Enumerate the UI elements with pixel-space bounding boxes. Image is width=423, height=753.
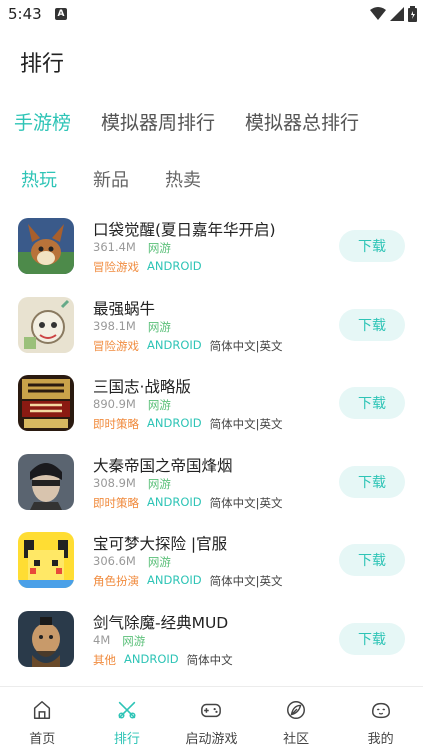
ranking-tabs: 手游榜 模拟器周排行 模拟器总排行 — [14, 108, 359, 135]
game-platform: ANDROID — [147, 573, 202, 588]
game-category: 即时策略 — [93, 495, 139, 510]
game-platform: ANDROID — [147, 259, 202, 273]
list-item[interactable]: 大秦帝国之帝国烽烟 308.9M 网游 即时策略 ANDROID 简体中文|英文… — [0, 444, 423, 523]
game-platform: ANDROID — [124, 651, 179, 666]
tab-new[interactable]: 新品 — [93, 166, 129, 192]
tab-bestselling[interactable]: 热卖 — [165, 166, 201, 192]
tab-mobile-games[interactable]: 手游榜 — [14, 108, 71, 135]
game-category: 冒险游戏 — [93, 260, 139, 274]
ranking-icon — [118, 701, 136, 719]
game-icon-three-kingdoms[interactable] — [18, 375, 74, 432]
nav-launch-game[interactable]: 启动游戏 — [169, 687, 254, 753]
nav-profile[interactable]: 我的 — [338, 687, 423, 753]
game-icon-sword-demon-mud[interactable] — [18, 610, 74, 667]
signal-icon — [390, 7, 404, 21]
status-bar: 5:43 A — [0, 0, 423, 28]
game-category: 即时策略 — [93, 417, 139, 432]
download-button[interactable]: 下载 — [339, 622, 405, 655]
game-size: 308.9M — [93, 475, 136, 490]
gamepad-icon — [201, 703, 222, 718]
game-name: 口袋觉醒(夏日嘉年华开启) — [93, 221, 276, 239]
wifi-icon — [370, 7, 386, 20]
download-button[interactable]: 下载 — [339, 387, 405, 420]
game-icon-pokemon-quest[interactable] — [18, 532, 74, 589]
nav-label: 排行 — [113, 732, 140, 747]
game-network-type: 网游 — [147, 319, 171, 334]
list-item[interactable]: 最强蜗牛 398.1M 网游 冒险游戏 ANDROID 简体中文|英文 下载 — [0, 287, 423, 366]
game-name: 大秦帝国之帝国烽烟 — [93, 456, 233, 475]
status-time: 5:43 — [8, 5, 42, 23]
notification-icon: A — [55, 8, 67, 20]
game-icon-daqin-empire[interactable] — [18, 453, 74, 510]
nav-community[interactable]: 社区 — [254, 687, 339, 753]
tab-emulator-total[interactable]: 模拟器总排行 — [245, 108, 359, 135]
nav-label: 首页 — [29, 732, 56, 747]
game-size: 361.4M — [93, 240, 136, 254]
list-item[interactable]: 剑气除魔-经典MUD 4M 网游 其他 ANDROID 简体中文 下载 — [0, 601, 423, 680]
game-network-type: 网游 — [122, 633, 146, 648]
game-platform: ANDROID — [147, 337, 202, 352]
tab-emulator-weekly[interactable]: 模拟器周排行 — [101, 108, 215, 135]
game-name: 三国志·战略版 — [93, 378, 191, 397]
nav-label: 我的 — [367, 732, 394, 747]
game-icon-strongest-snail[interactable] — [18, 296, 74, 353]
game-language: 简体中文|英文 — [209, 338, 283, 353]
game-language: 简体中文|英文 — [209, 495, 283, 510]
download-button[interactable]: 下载 — [339, 544, 405, 577]
game-language: 简体中文|英文 — [209, 574, 283, 589]
game-icon-pokemon-awakening[interactable] — [18, 218, 74, 274]
game-list: 口袋觉醒(夏日嘉年华开启) 361.4M 网游 冒险游戏 ANDROID 下载 … — [0, 208, 423, 680]
game-language: 简体中文|英文 — [209, 417, 283, 432]
game-size: 890.9M — [93, 397, 136, 412]
download-button[interactable]: 下载 — [339, 230, 405, 262]
download-button[interactable]: 下载 — [339, 308, 405, 341]
tab-hot[interactable]: 热玩 — [21, 166, 57, 192]
nav-label: 社区 — [283, 732, 310, 747]
game-name: 宝可梦大探险 |官服 — [93, 535, 228, 554]
profile-icon — [371, 702, 390, 719]
game-size: 398.1M — [93, 318, 136, 333]
game-name: 剑气除魔-经典MUD — [93, 613, 229, 632]
nav-label: 启动游戏 — [185, 732, 238, 747]
nav-home[interactable]: 首页 — [0, 687, 85, 753]
game-category: 角色扮演 — [93, 574, 139, 589]
game-size: 306.6M — [93, 554, 136, 569]
community-icon — [287, 701, 306, 719]
sub-tabs: 热玩 新品 热卖 — [21, 166, 201, 192]
game-network-type: 网游 — [147, 241, 171, 255]
list-item[interactable]: 口袋觉醒(夏日嘉年华开启) 361.4M 网游 冒险游戏 ANDROID 下载 — [0, 208, 423, 287]
download-button[interactable]: 下载 — [339, 465, 405, 498]
game-name: 最强蜗牛 — [93, 299, 156, 318]
game-network-type: 网游 — [147, 555, 171, 570]
game-category: 其他 — [93, 652, 116, 667]
game-network-type: 网游 — [147, 398, 171, 413]
status-icons — [370, 6, 417, 22]
list-item[interactable]: 三国志·战略版 890.9M 网游 即时策略 ANDROID 简体中文|英文 下… — [0, 365, 423, 444]
game-size: 4M — [93, 632, 111, 647]
battery-icon — [408, 6, 417, 22]
list-item[interactable]: 宝可梦大探险 |官服 306.6M 网游 角色扮演 ANDROID 简体中文|英… — [0, 522, 423, 601]
game-network-type: 网游 — [147, 476, 171, 491]
home-icon — [34, 701, 51, 719]
nav-ranking[interactable]: 排行 — [85, 687, 170, 753]
game-platform: ANDROID — [147, 416, 202, 431]
game-category: 冒险游戏 — [93, 338, 139, 353]
game-platform: ANDROID — [147, 494, 202, 509]
page-title: 排行 — [20, 52, 65, 77]
bottom-nav: 首页 排行 启动游戏 社区 我的 — [0, 686, 423, 753]
game-language: 简体中文 — [186, 652, 233, 667]
